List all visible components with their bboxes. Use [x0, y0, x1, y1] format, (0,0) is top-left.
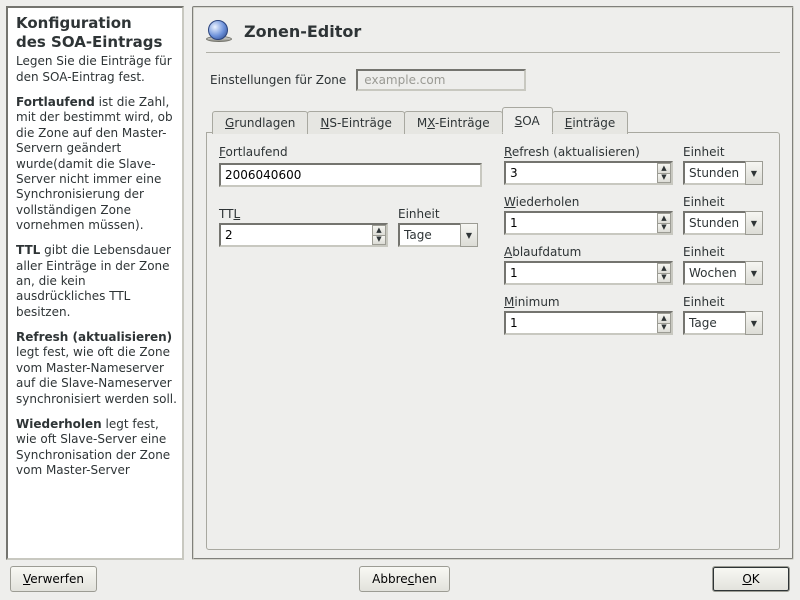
tab-label-2: M [417, 116, 427, 130]
help-title: Konfiguration des SOA-Eintrags [16, 14, 178, 52]
verwerfen-button[interactable]: Verwerfen [10, 566, 97, 592]
minimum-label: Minimum [504, 295, 673, 309]
help-text-fortlaufend: ist die Zahl, mit der bestimmt wird, ob … [16, 95, 173, 232]
refresh-spin-up[interactable]: ▲ [657, 163, 671, 174]
ablaufdatum-unit-dropdown-icon[interactable]: ▼ [745, 261, 763, 285]
minimum-unit-dropdown-icon[interactable]: ▼ [745, 311, 763, 335]
help-bold-fortlaufend: Fortlaufend [16, 95, 95, 109]
ttl-spin-up[interactable]: ▲ [372, 225, 386, 236]
wiederholen-unit-label: Einheit [683, 195, 767, 209]
bottom-button-bar: Verwerfen Abbrechen OK [0, 560, 800, 600]
minimum-input[interactable] [504, 311, 673, 335]
refresh-spin-down[interactable]: ▼ [657, 174, 671, 184]
ttl-unit-dropdown-icon[interactable]: ▼ [460, 223, 478, 247]
help-text-ttl: gibt die Lebensdauer aller Einträge in d… [16, 243, 171, 318]
ablaufdatum-unit-value: Wochen [683, 261, 745, 285]
wiederholen-spin-down[interactable]: ▼ [657, 224, 671, 234]
minimum-spin-down[interactable]: ▼ [657, 324, 671, 334]
ttl-label: TTL [219, 207, 388, 221]
ttl-unit-value: Tage [398, 223, 460, 247]
refresh-unit-combo[interactable]: Stunden ▼ [683, 161, 763, 185]
refresh-input[interactable] [504, 161, 673, 185]
fortlaufend-label: Fortlaufend [219, 145, 482, 159]
editor-header: Zonen-Editor [206, 16, 780, 53]
refresh-unit-label: Einheit [683, 145, 767, 159]
globe-icon [206, 20, 234, 42]
minimum-unit-label: Einheit [683, 295, 767, 309]
ttl-input[interactable] [219, 223, 388, 247]
zone-name-field [356, 69, 526, 91]
help-intro: Legen Sie die Einträge für den SOA-Eintr… [16, 54, 178, 85]
help-para-ttl: TTL gibt die Lebensdauer aller Einträge … [16, 243, 178, 320]
ablaufdatum-spin-up[interactable]: ▲ [657, 263, 671, 274]
wiederholen-unit-value: Stunden [683, 211, 745, 235]
tab-grundlagen[interactable]: Grundlagen [212, 111, 308, 134]
tab-label-0: rundlagen [234, 116, 295, 130]
ablaufdatum-input[interactable] [504, 261, 673, 285]
help-bold-wiederholen: Wiederholen [16, 417, 102, 431]
wiederholen-unit-dropdown-icon[interactable]: ▼ [745, 211, 763, 235]
ablaufdatum-unit-combo[interactable]: Wochen ▼ [683, 261, 763, 285]
ok-button[interactable]: OK [712, 566, 790, 592]
help-scroll-area[interactable]: Konfiguration des SOA-Eintrags Legen Sie… [8, 8, 182, 558]
tab-label-3: OA [522, 114, 539, 128]
tab-label-4: inträge [572, 116, 615, 130]
fortlaufend-input[interactable] [219, 163, 482, 187]
soa-right-column: Refresh (aktualisieren) ▲ ▼ [504, 143, 767, 335]
wiederholen-input[interactable] [504, 211, 673, 235]
tab-label-1: S-Einträge [329, 116, 391, 130]
help-pane: Konfiguration des SOA-Eintrags Legen Sie… [6, 6, 184, 560]
tab-row: Grundlagen NS-Einträge MX-Einträge SOA E… [206, 107, 780, 133]
help-para-refresh: Refresh (aktualisieren) legt fest, wie o… [16, 330, 178, 407]
help-title-line1: Konfiguration [16, 14, 132, 32]
help-para-fortlaufend: Fortlaufend ist die Zahl, mit der bestim… [16, 95, 178, 233]
ablaufdatum-spin-down[interactable]: ▼ [657, 274, 671, 284]
minimum-spin-up[interactable]: ▲ [657, 313, 671, 324]
refresh-unit-value: Stunden [683, 161, 745, 185]
minimum-unit-value: Tage [683, 311, 745, 335]
ablaufdatum-unit-label: Einheit [683, 245, 767, 259]
help-title-line2: des SOA-Eintrags [16, 33, 162, 51]
help-text-refresh: legt fest, wie oft die Zone vom Master-N… [16, 345, 177, 405]
wiederholen-unit-combo[interactable]: Stunden ▼ [683, 211, 763, 235]
help-para-wiederholen: Wiederholen legt fest, wie oft Slave-Ser… [16, 417, 178, 478]
ttl-unit-combo[interactable]: Tage ▼ [398, 223, 478, 247]
zone-settings-row: Einstellungen für Zone [206, 59, 780, 107]
minimum-unit-combo[interactable]: Tage ▼ [683, 311, 763, 335]
tab-soa[interactable]: SOA [502, 107, 553, 133]
tab-ns-eintraege[interactable]: NS-Einträge [307, 111, 404, 134]
wiederholen-spin-up[interactable]: ▲ [657, 213, 671, 224]
editor-title: Zonen-Editor [244, 22, 361, 41]
ttl-spin-down[interactable]: ▼ [372, 236, 386, 246]
editor-panel: Zonen-Editor Einstellungen für Zone Grun… [192, 6, 794, 560]
zone-settings-label: Einstellungen für Zone [210, 73, 346, 87]
refresh-label: Refresh (aktualisieren) [504, 145, 673, 159]
abbrechen-button[interactable]: Abbrechen [359, 566, 450, 592]
tab-mx-eintraege[interactable]: MX-Einträge [404, 111, 503, 134]
tab-eintraege[interactable]: Einträge [552, 111, 629, 134]
help-bold-refresh: Refresh (aktualisieren) [16, 330, 172, 344]
tab-page-soa: Fortlaufend TTL ▲ ▼ [206, 132, 780, 550]
wiederholen-label: Wiederholen [504, 195, 673, 209]
ablaufdatum-label: Ablaufdatum [504, 245, 673, 259]
ttl-unit-label: Einheit [398, 207, 482, 221]
soa-left-column: Fortlaufend TTL ▲ ▼ [219, 143, 482, 335]
refresh-unit-dropdown-icon[interactable]: ▼ [745, 161, 763, 185]
help-bold-ttl: TTL [16, 243, 40, 257]
